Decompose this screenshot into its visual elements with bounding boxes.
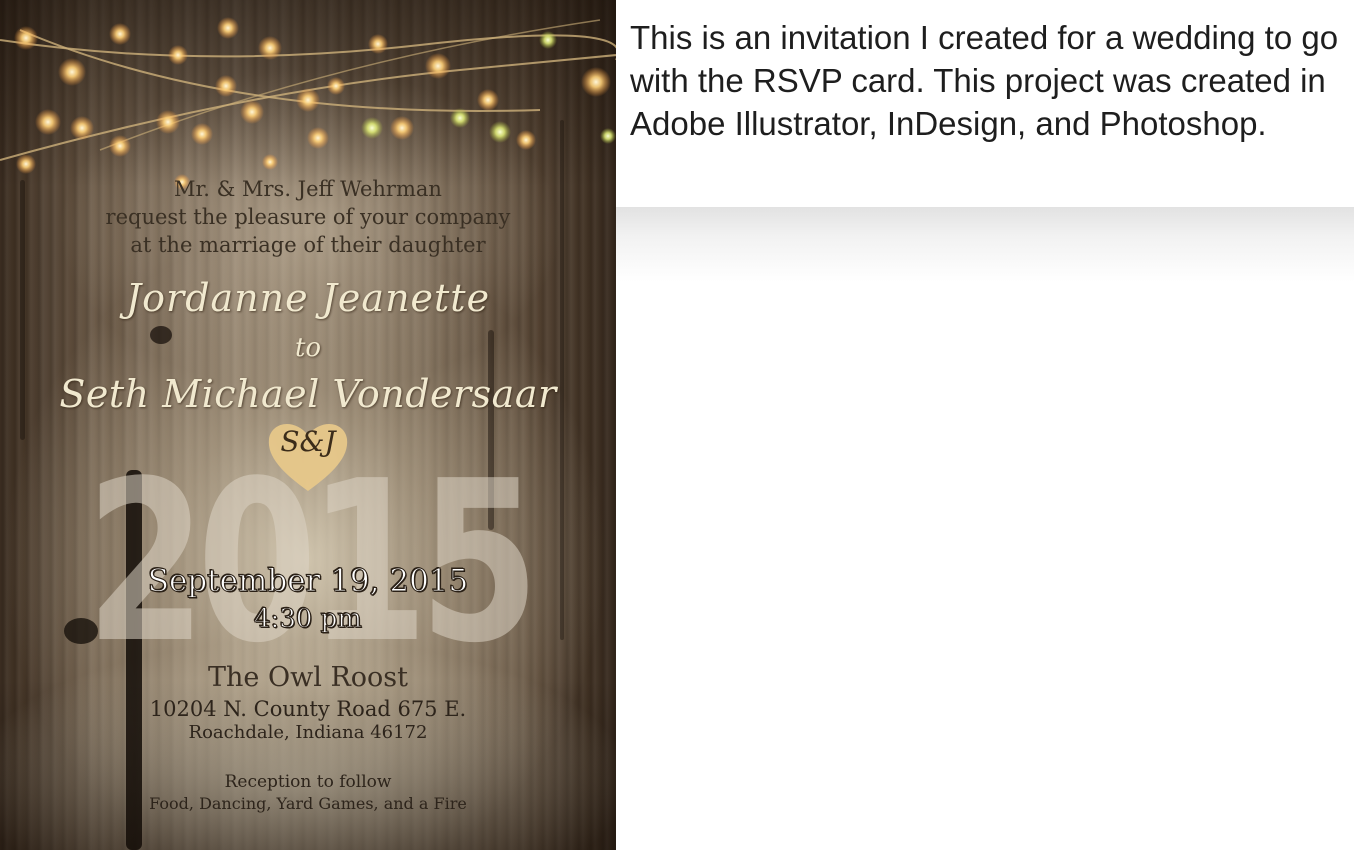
reception-details: Food, Dancing, Yard Games, and a Fire [149,794,467,813]
monogram: S&J [280,425,336,458]
caption-drop-shadow [616,207,1354,282]
connector-word: to [294,333,322,363]
caption-panel: This is an invitation I created for a we… [616,0,1354,207]
marriage-line: at the marriage of their daughter [130,233,486,257]
wedding-time: 4:30 pm [254,604,363,635]
project-caption: This is an invitation I created for a we… [630,19,1339,142]
venue-address-line1: 10204 N. County Road 675 E. [149,697,467,721]
venue-address-line2: Roachdale, Indiana 46172 [188,722,428,743]
hosts-line: Mr. & Mrs. Jeff Wehrman [174,177,442,201]
request-line: request the pleasure of your company [105,205,511,229]
groom-name: Seth Michael Vondersaar [59,372,557,416]
wedding-date: September 19, 2015 [147,563,469,600]
bride-name: Jordanne Jeanette [125,276,491,320]
venue-name: The Owl Roost [208,662,408,693]
wedding-invitation-image: Mr. & Mrs. Jeff Wehrman request the plea… [0,0,616,850]
string-lights-illustration [0,17,616,190]
reception-note: Reception to follow [224,772,392,792]
light-bulbs [14,17,616,190]
